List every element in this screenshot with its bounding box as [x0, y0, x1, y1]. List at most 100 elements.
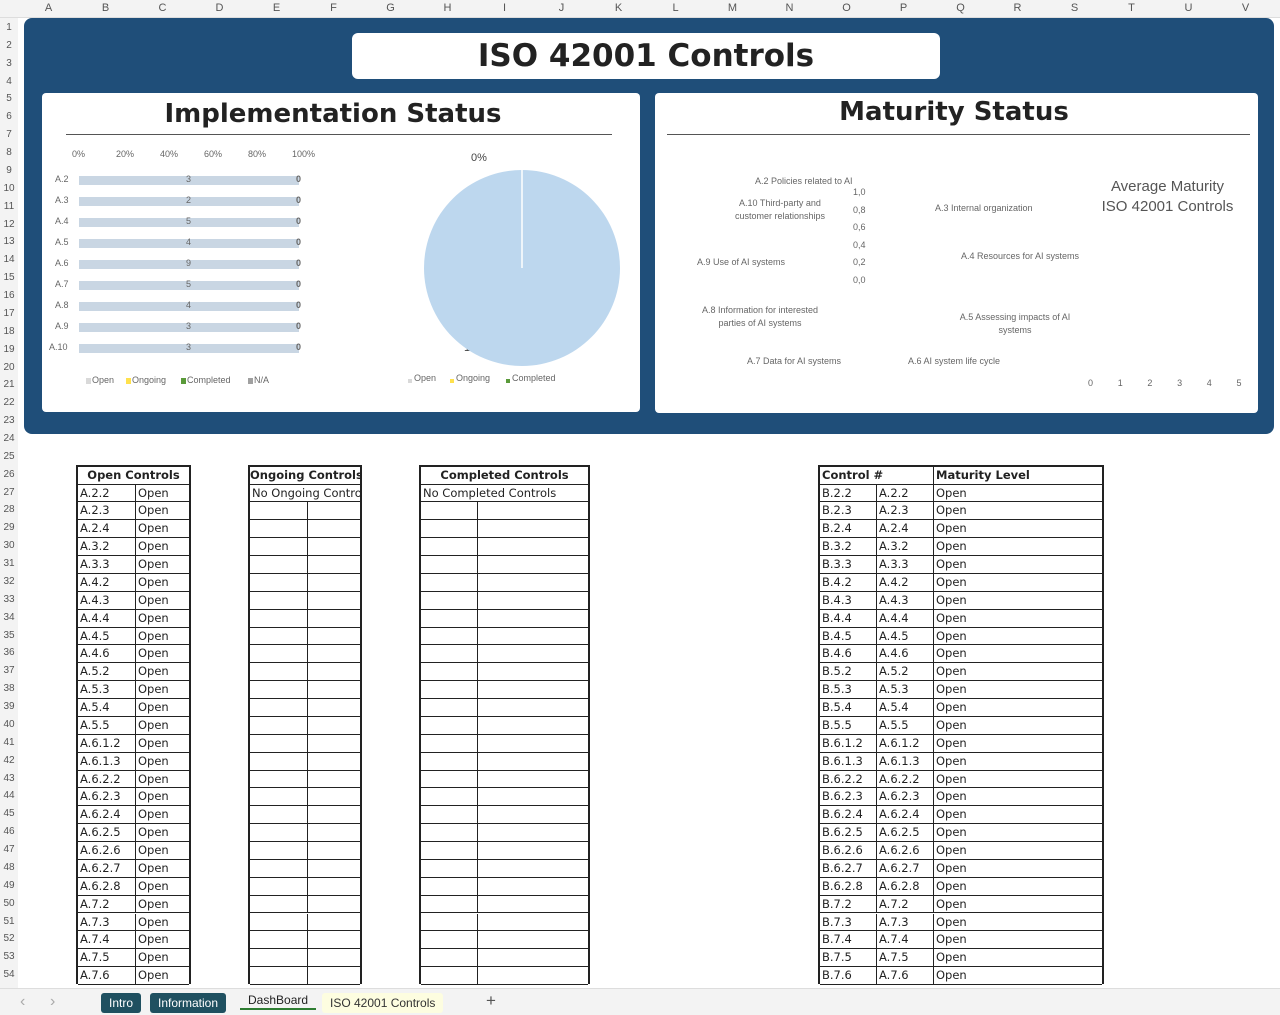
column-header-V[interactable]: V	[1217, 2, 1274, 14]
table-cell[interactable]: A.2.3	[78, 502, 136, 521]
table-cell[interactable]: A.6.2.4	[78, 806, 136, 825]
table-cell[interactable]: B.4.6	[820, 645, 877, 664]
row-header[interactable]: 44	[0, 790, 18, 801]
table-cell[interactable]: B.3.3	[820, 556, 877, 574]
table-cell[interactable]	[478, 574, 588, 592]
table-cell[interactable]	[308, 931, 360, 950]
table-cell[interactable]	[308, 967, 360, 985]
table-cell[interactable]	[421, 734, 478, 753]
table-cell[interactable]	[250, 788, 308, 807]
table-cell[interactable]: Open	[934, 699, 1102, 717]
table-cell[interactable]: Open	[934, 878, 1102, 896]
table-cell[interactable]	[250, 949, 308, 968]
table-cell[interactable]: Open	[934, 735, 1102, 753]
legend-item[interactable]: N/A	[254, 375, 269, 385]
table-cell[interactable]: A.4.3	[78, 591, 136, 610]
table-cell[interactable]	[250, 573, 308, 592]
table-cell[interactable]: Open	[136, 485, 189, 503]
implementation-status-panel[interactable]: Implementation Status 0% 20% 40% 60% 80% 100%…	[42, 93, 640, 412]
table-cell[interactable]: A.6.1.3	[877, 752, 934, 771]
table-cell[interactable]: A.3.2	[877, 538, 934, 557]
row-header[interactable]: 41	[0, 737, 18, 748]
row-header[interactable]: 47	[0, 844, 18, 855]
table-cell[interactable]	[250, 663, 308, 682]
table-cell[interactable]	[478, 878, 588, 896]
table-cell[interactable]: Open	[934, 628, 1102, 646]
column-header-O[interactable]: O	[818, 2, 875, 14]
table-cell[interactable]: Open	[136, 717, 189, 735]
table-cell[interactable]	[250, 877, 308, 896]
row-header[interactable]: 37	[0, 665, 18, 676]
table-cell[interactable]: Open	[136, 878, 189, 896]
table-cell[interactable]: Open	[934, 681, 1102, 700]
table-cell[interactable]: Open	[934, 538, 1102, 557]
column-header-H[interactable]: H	[419, 2, 476, 14]
row-header[interactable]: 35	[0, 630, 18, 641]
table-cell[interactable]: A.5.2	[877, 663, 934, 682]
table-cell[interactable]: Open	[136, 860, 189, 878]
table-cell[interactable]	[421, 681, 478, 700]
table-cell[interactable]: B.2.3	[820, 502, 877, 521]
row-header[interactable]: 53	[0, 951, 18, 962]
table-cell[interactable]: Open	[934, 967, 1102, 985]
table-cell[interactable]	[308, 663, 360, 682]
table-cell[interactable]: A.7.5	[877, 949, 934, 968]
table-cell[interactable]: Open	[136, 788, 189, 807]
table-cell[interactable]: Open	[136, 735, 189, 753]
table-cell[interactable]	[478, 520, 588, 539]
table-cell[interactable]: A.6.2.2	[877, 770, 934, 789]
table-cell[interactable]: A.2.3	[877, 502, 934, 521]
row-header[interactable]: 52	[0, 933, 18, 944]
sheet-tab-intro[interactable]: Intro	[101, 993, 142, 1013]
row-header[interactable]: 40	[0, 719, 18, 730]
table-cell[interactable]: B.4.5	[820, 627, 877, 646]
table-cell[interactable]: A.7.2	[78, 895, 136, 914]
table-cell[interactable]	[478, 806, 588, 825]
table-cell[interactable]: Open	[934, 788, 1102, 807]
table-cell[interactable]	[421, 859, 478, 878]
table-cell[interactable]: Open	[136, 753, 189, 771]
table-cell[interactable]: Open	[934, 824, 1102, 842]
row-header[interactable]: 29	[0, 522, 18, 533]
table-cell[interactable]: Open	[136, 967, 189, 985]
row-header[interactable]: 54	[0, 969, 18, 980]
row-header[interactable]: 2	[0, 40, 18, 51]
add-sheet-button[interactable]: +	[486, 991, 496, 1011]
row-header[interactable]: 23	[0, 415, 18, 426]
table-cell[interactable]: A.2.2	[877, 484, 934, 503]
table-cell[interactable]: A.4.6	[78, 645, 136, 664]
table-cell[interactable]: A.7.3	[877, 913, 934, 932]
table-cell[interactable]	[308, 753, 360, 771]
table-cell[interactable]: A.7.3	[78, 913, 136, 932]
row-header[interactable]: 12	[0, 219, 18, 230]
table-cell[interactable]	[308, 860, 360, 878]
implementation-pie-chart[interactable]	[372, 143, 632, 393]
table-cell[interactable]: A.5.5	[877, 716, 934, 735]
table-cell[interactable]	[308, 502, 360, 521]
row-header[interactable]: 42	[0, 755, 18, 766]
table-cell[interactable]: Open	[934, 556, 1102, 574]
table-cell[interactable]	[250, 895, 308, 914]
table-cell[interactable]: B.6.2.6	[820, 842, 877, 860]
row-header[interactable]: 19	[0, 344, 18, 355]
row-header[interactable]: 17	[0, 308, 18, 319]
table-cell[interactable]: Open	[136, 806, 189, 825]
table-cell[interactable]: B.4.3	[820, 591, 877, 610]
table-cell[interactable]	[250, 734, 308, 753]
prev-sheet-button[interactable]: ‹	[20, 993, 25, 1011]
column-header-L[interactable]: L	[647, 2, 704, 14]
table-cell[interactable]: A.4.3	[877, 591, 934, 610]
table-cell[interactable]	[308, 556, 360, 574]
table-cell[interactable]	[421, 556, 478, 574]
row-header[interactable]: 26	[0, 469, 18, 480]
legend-item[interactable]: Open	[92, 375, 114, 385]
table-cell[interactable]: Open	[136, 520, 189, 539]
table-cell[interactable]	[421, 573, 478, 592]
row-header[interactable]: 11	[0, 201, 18, 212]
table-cell[interactable]: A.6.2.7	[877, 859, 934, 878]
table-cell[interactable]	[421, 949, 478, 968]
table-cell[interactable]	[250, 502, 308, 521]
table-cell[interactable]	[308, 520, 360, 539]
table-cell[interactable]	[478, 663, 588, 682]
table-cell[interactable]: A.4.5	[877, 627, 934, 646]
